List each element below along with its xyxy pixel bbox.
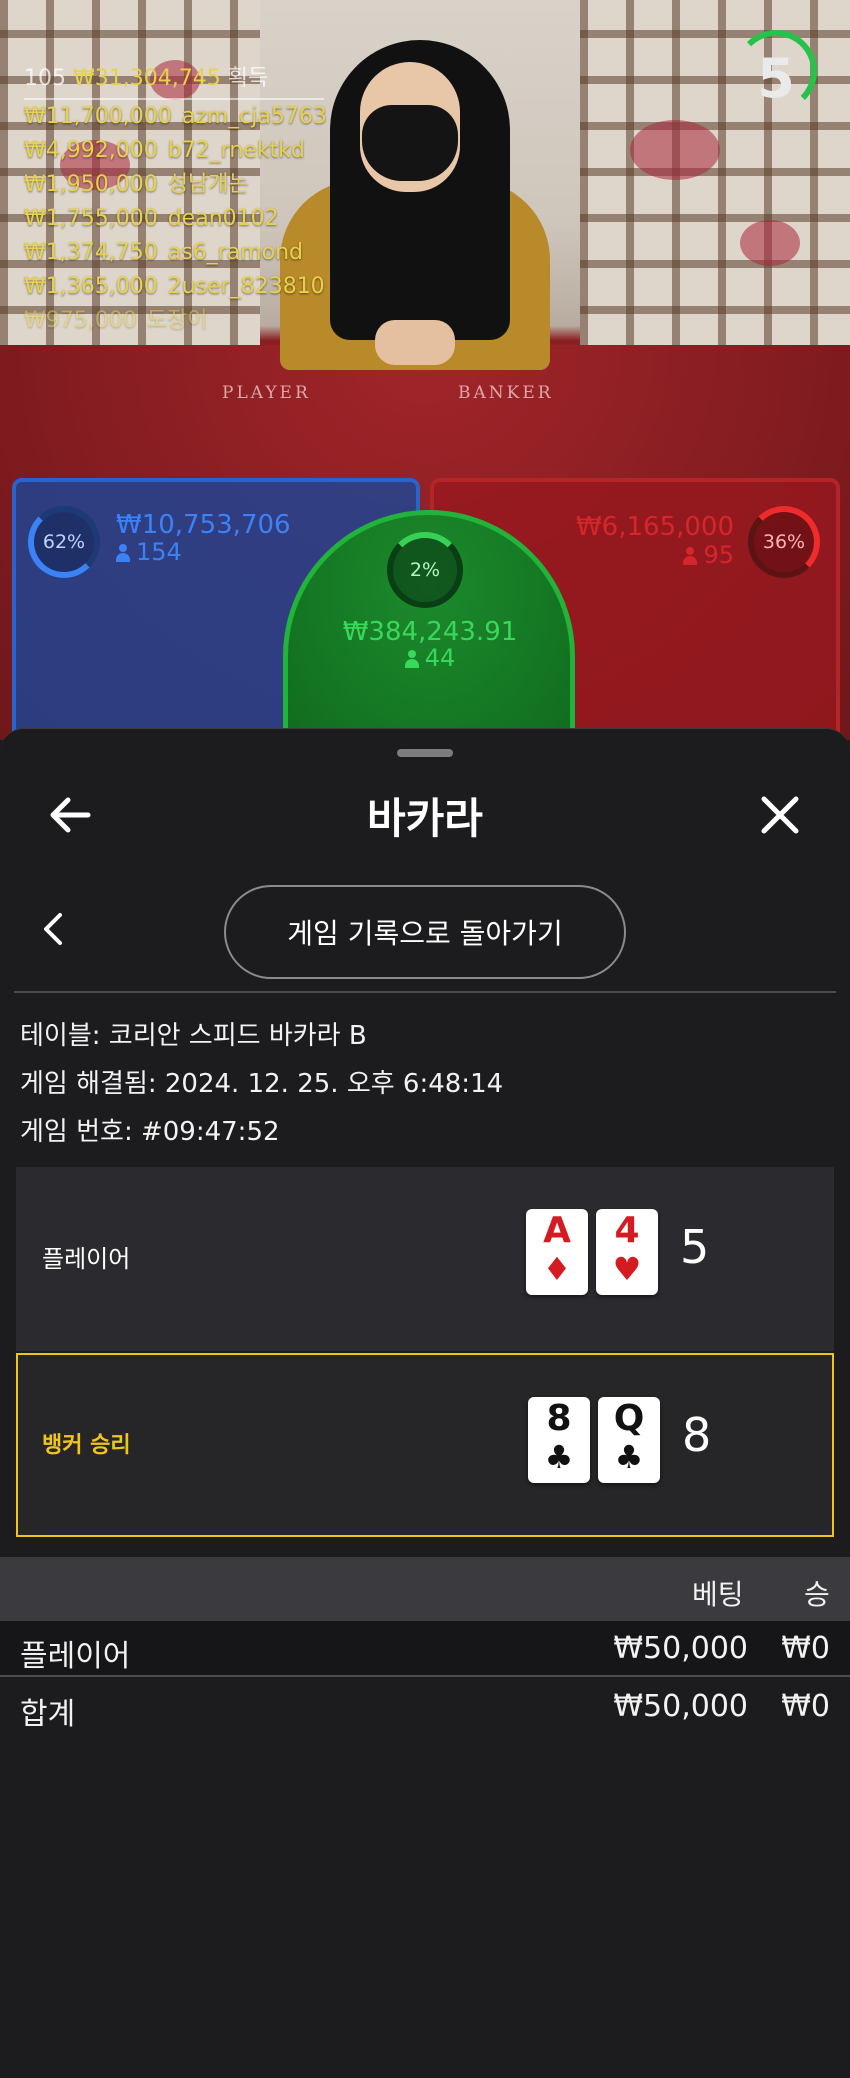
winner-amount: ₩1,365,000 xyxy=(24,274,158,299)
blossom-decor xyxy=(630,120,720,180)
live-video: PLAYER BANKER 105 ₩31,304,745 획득 ₩11,700… xyxy=(0,0,850,740)
player-bettor-count: 154 xyxy=(116,538,182,566)
winner-row: ₩4,992,000 b72_rnektkd xyxy=(24,134,344,168)
card-rank: 8 xyxy=(546,1398,572,1439)
winner-user: dean0102 xyxy=(167,206,279,231)
banker-bettor-count-value: 95 xyxy=(703,541,734,569)
winner-amount: ₩1,755,000 xyxy=(24,206,158,231)
banker-bet-total: ₩6,165,000 xyxy=(575,512,734,542)
winner-row: ₩1,950,000 성남개논 xyxy=(24,168,344,202)
heart-suit-icon: ♥ xyxy=(612,1250,642,1288)
winner-amount: ₩4,992,000 xyxy=(24,138,158,163)
sheet-grabber[interactable] xyxy=(397,749,453,757)
game-number: 게임 번호: #09:47:52 xyxy=(20,1117,280,1147)
card-rank: 4 xyxy=(614,1210,640,1251)
winners-count: 105 xyxy=(24,66,66,91)
tie-bettor-count-value: 44 xyxy=(424,644,456,672)
winner-user: 2user_823810 xyxy=(167,274,325,299)
bet-name: 플레이어 xyxy=(20,1639,131,1674)
playing-card: Q ♣ xyxy=(598,1397,660,1483)
playing-card: A ♦ xyxy=(526,1209,588,1295)
person-icon xyxy=(404,650,419,668)
banker-score: 8 xyxy=(682,1408,712,1462)
winner-user: 도장이 xyxy=(146,308,208,333)
player-score: 5 xyxy=(680,1220,710,1274)
winner-row: ₩1,365,000 2user_823810 xyxy=(24,270,344,304)
person-icon xyxy=(116,544,130,562)
winner-row: ₩1,374,750 as6_ramond xyxy=(24,236,344,270)
win-amount: ₩0 xyxy=(781,1631,830,1666)
winner-user: as6_ramond xyxy=(167,240,303,265)
dealer-mask xyxy=(362,105,458,181)
winner-amount: ₩975,000 xyxy=(24,308,137,333)
winners-total: ₩31,304,745 xyxy=(73,66,221,91)
player-percent-ring: 62% xyxy=(28,506,100,578)
total-label: 합계 xyxy=(20,1697,76,1732)
winner-row: ₩11,700,000 azm_cja5763 xyxy=(24,100,344,134)
table-label-player: PLAYER xyxy=(222,383,311,403)
table-label-banker: BANKER xyxy=(458,383,554,403)
total-win-amount: ₩0 xyxy=(781,1689,830,1724)
bet-column-header: 베팅 xyxy=(692,1578,744,1611)
banker-bettor-count: 95 xyxy=(668,541,734,569)
diamond-suit-icon: ♦ xyxy=(542,1250,572,1288)
playing-card: 4 ♥ xyxy=(596,1209,658,1295)
winners-list: 105 ₩31,304,745 획득 ₩11,700,000 azm_cja576… xyxy=(24,60,344,338)
win-column-header: 승 xyxy=(804,1578,830,1611)
dealer-hands xyxy=(375,320,455,365)
banker-percent-ring: 36% xyxy=(748,506,820,578)
winners-suffix: 획득 xyxy=(227,66,269,91)
table-row: 플레이어 ₩50,000 ₩0 xyxy=(0,1621,850,1677)
bets-table-header: 베팅 승 xyxy=(0,1557,850,1621)
winner-amount: ₩1,950,000 xyxy=(24,172,158,197)
game-resolved-time: 게임 해결됨: 2024. 12. 25. 오후 6:48:14 xyxy=(20,1069,504,1099)
winner-row: ₩975,000 도장이 xyxy=(24,304,344,338)
total-row: 합계 ₩50,000 ₩0 xyxy=(0,1679,850,1735)
close-icon xyxy=(761,796,799,834)
club-suit-icon: ♣ xyxy=(614,1438,644,1476)
divider xyxy=(14,991,836,993)
playing-card: 8 ♣ xyxy=(528,1397,590,1483)
banker-result-label: 뱅커 승리 xyxy=(42,1433,131,1458)
close-button[interactable] xyxy=(752,787,808,843)
card-rank: Q xyxy=(613,1398,645,1439)
blossom-decor xyxy=(740,220,800,266)
tie-percent-ring: 2% xyxy=(387,532,463,608)
countdown-timer: 5 xyxy=(757,47,795,110)
card-rank: A xyxy=(543,1210,571,1251)
back-to-history-button[interactable]: 게임 기록으로 돌아가기 xyxy=(224,885,626,979)
winner-row: ₩1,755,000 dean0102 xyxy=(24,202,344,236)
winners-summary: 105 ₩31,304,745 획득 xyxy=(24,60,324,100)
game-history-sheet: 바카라 게임 기록으로 돌아가기 테이블: 코리안 스피드 바카라 B 게임 해… xyxy=(0,728,850,2078)
arrow-left-icon xyxy=(50,797,91,833)
table-name: 테이블: 코리안 스피드 바카라 B xyxy=(20,1021,367,1051)
club-suit-icon: ♣ xyxy=(544,1438,574,1476)
bet-amount: ₩50,000 xyxy=(613,1631,748,1666)
tie-bet-total: ₩384,243.91 xyxy=(342,617,518,647)
tie-bettor-count: 44 xyxy=(300,644,560,672)
chevron-left-icon xyxy=(44,913,62,945)
winner-amount: ₩1,374,750 xyxy=(24,240,158,265)
history-back-button[interactable] xyxy=(34,907,74,951)
sheet-title: 바카라 xyxy=(367,794,483,843)
back-button[interactable] xyxy=(42,787,98,843)
player-result: 플레이어 A ♦ 4 ♥ 5 xyxy=(16,1167,834,1351)
winner-user: azm_cja5763 xyxy=(181,104,327,129)
person-icon xyxy=(683,547,698,565)
banker-result: 뱅커 승리 8 ♣ Q ♣ 8 xyxy=(16,1353,834,1537)
player-result-label: 플레이어 xyxy=(42,1245,131,1273)
player-bet-total: ₩10,753,706 xyxy=(116,510,291,540)
winner-user: b72_rnektkd xyxy=(167,138,305,163)
winner-amount: ₩11,700,000 xyxy=(24,104,172,129)
winner-user: 성남개논 xyxy=(167,172,249,197)
total-bet-amount: ₩50,000 xyxy=(613,1689,748,1724)
player-bettor-count-value: 154 xyxy=(136,538,182,566)
